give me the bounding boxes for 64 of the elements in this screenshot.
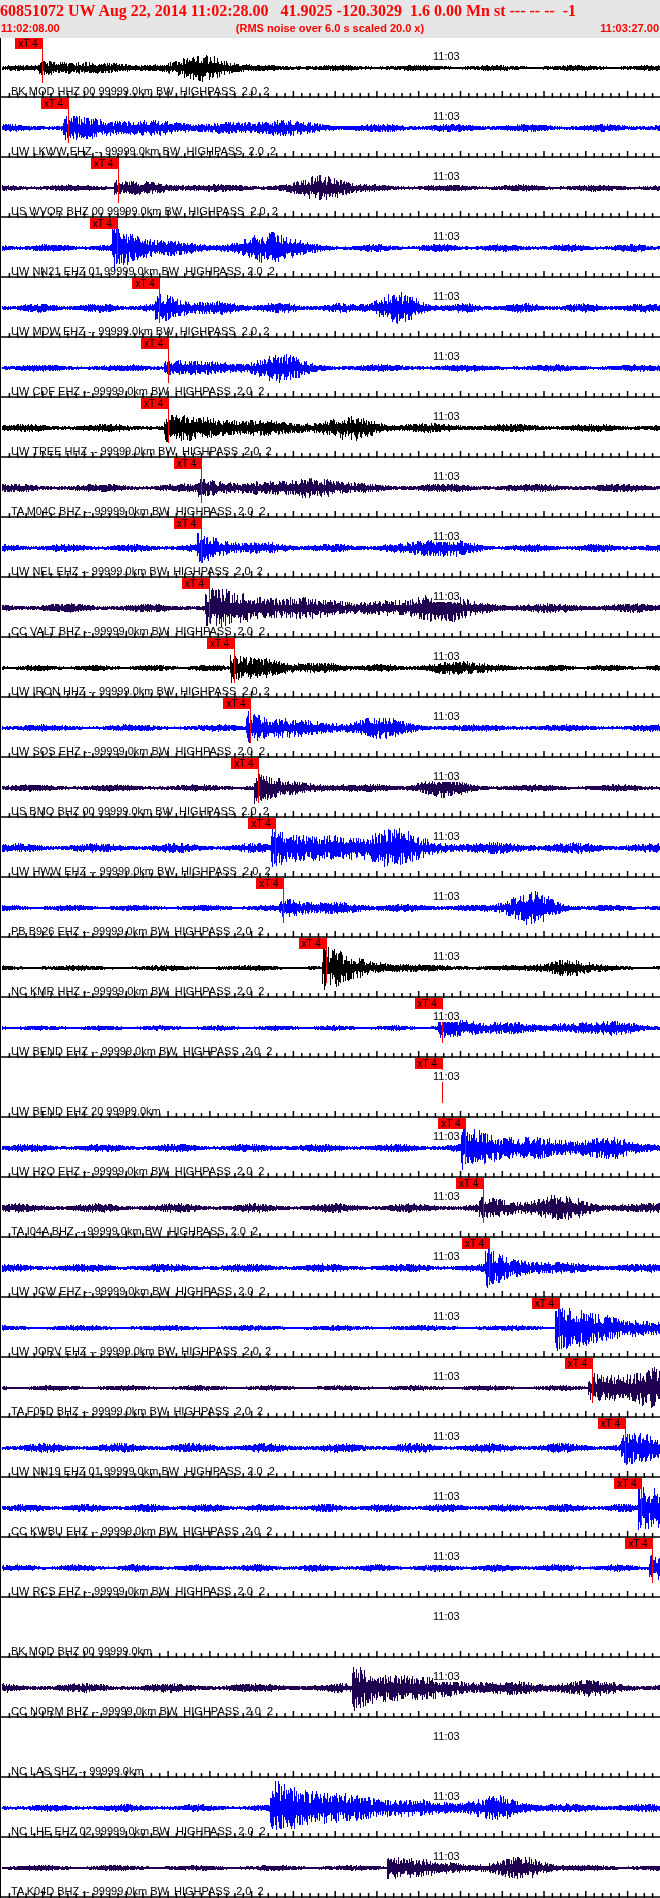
time-label: 11:03: [433, 1070, 460, 1082]
time-label: 11:03: [433, 950, 460, 962]
time-label: 11:03: [433, 470, 460, 482]
pick-marker: xT 4: [40, 98, 69, 109]
pick-marker: xT 4: [206, 638, 235, 649]
time-label: 11:03: [433, 50, 460, 62]
time-label: 11:03: [433, 530, 460, 542]
pick-marker: xT 4: [614, 1478, 643, 1489]
noise-note: (RMS noise over 6.0 s scaled 20.0 x): [235, 21, 425, 35]
pick-marker: xT 4: [456, 1178, 485, 1189]
pick-marker: xT 4: [223, 698, 252, 709]
time-label: 11:03: [433, 1550, 460, 1562]
time-label: 11:03: [433, 290, 460, 302]
pick-marker: xT 4: [89, 218, 118, 229]
time-label: 11:03: [433, 1130, 460, 1142]
pick-marker: xT 4: [248, 818, 277, 829]
time-label: 11:03: [433, 1610, 460, 1622]
time-label: 11:03: [433, 1730, 460, 1742]
time-label: 11:03: [433, 170, 460, 182]
pick-marker: xT 4: [174, 458, 202, 469]
time-label: 11:03: [433, 1310, 460, 1322]
time-label: 11:03: [433, 710, 460, 722]
time-label: 11:03: [433, 1670, 460, 1682]
time-label: 11:03: [433, 350, 460, 362]
pick-marker: xT 4: [564, 1358, 593, 1369]
pick-marker: xT 4: [438, 1118, 467, 1129]
time-label: 11:03: [433, 1190, 460, 1202]
time-label: 11:03: [433, 1250, 460, 1262]
pick-marker: xT 4: [15, 38, 44, 49]
pick-marker: xT 4: [256, 878, 285, 889]
start-time: 11:02:08.00: [1, 21, 60, 35]
pick-marker: xT 4: [414, 998, 443, 1009]
channel-label: BK MOD BHZ 00 99999.0km: [11, 1645, 153, 1657]
channel-label: UW NN19 EHZ 01 99999.0km BW HIGHPASS 2.0 2: [11, 1465, 275, 1477]
pick-marker: xT 4: [181, 578, 210, 589]
time-label: 11:03: [433, 890, 460, 902]
end-time: 11:03:27.00: [600, 21, 659, 35]
pick-marker: xT 4: [231, 758, 260, 769]
time-label: 11:03: [433, 230, 460, 242]
pick-marker: xT 4: [531, 1298, 560, 1309]
time-label: 11:03: [433, 110, 460, 122]
time-label: 11:03: [433, 1370, 460, 1382]
time-label: 11:03: [433, 410, 460, 422]
time-label: 11:03: [433, 770, 460, 782]
pick-marker: xT 4: [141, 398, 170, 409]
pick-marker: xT 4: [461, 1238, 490, 1249]
pick-marker: xT 4: [625, 1538, 654, 1549]
time-label: 11:03: [433, 650, 460, 662]
time-label: 11:03: [433, 1010, 460, 1022]
pick-marker: xT 4: [132, 278, 161, 289]
event-title: 60851072 UW Aug 22, 2014 11:02:28.00 41.9025 -120.3029 1.6 0.00 Mn st --- -- -- -1: [0, 1, 578, 21]
time-label: 11:03: [433, 1490, 460, 1502]
time-label: 11:03: [433, 1850, 460, 1862]
time-label: 11:03: [433, 590, 460, 602]
pick-marker: xT 4: [90, 158, 119, 169]
time-label: 11:03: [433, 1430, 460, 1442]
pick-marker: xT 4: [174, 518, 202, 529]
pick-marker: xT 4: [597, 1418, 626, 1429]
time-label: 11:03: [433, 1790, 460, 1802]
channel-label: TA I04A BHZ -- 99999.0km BW HIGHPASS 2.0 2: [11, 1225, 259, 1237]
pick-marker: xT 4: [414, 1058, 443, 1069]
time-label: 11:03: [433, 830, 460, 842]
pick-marker: xT 4: [141, 338, 170, 349]
pick-marker: xT 4: [298, 938, 327, 949]
